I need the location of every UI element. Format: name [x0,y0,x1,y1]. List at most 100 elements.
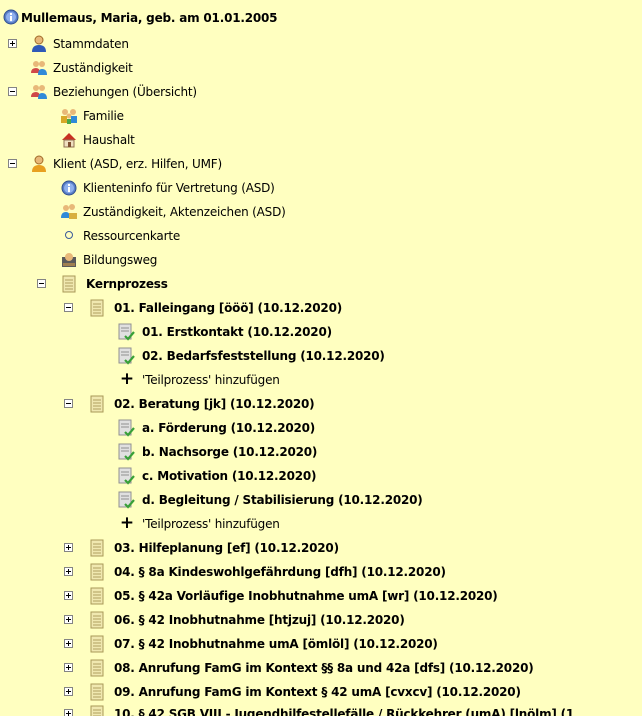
tree-item-label: 07. § 42 Inobhutnahme umA [ömlöl] (10.12… [114,637,438,651]
document-icon [90,539,104,557]
tree-item-label: 06. § 42 Inobhutnahme [htjzuj] (10.12.20… [114,613,405,627]
tree-item-label: 02. Beratung [jk] (10.12.2020) [114,397,315,411]
tree-item-begleitung[interactable]: d. Begleitung / Stabilisierung (10.12.20… [0,488,642,512]
tree-item-label: c. Motivation (10.12.2020) [142,469,317,483]
tree-item-nachsorge[interactable]: b. Nachsorge (10.12.2020) [0,440,642,464]
tree-item-klienteninfo[interactable]: Klienteninfo für Vertretung (ASD) [0,176,642,200]
tree-item-erstkontakt[interactable]: 01. Erstkontakt (10.12.2020) [0,320,642,344]
document-icon [90,705,104,716]
tree-item-familie[interactable]: Familie [0,104,642,128]
tree-item-falleingang[interactable]: 01. Falleingang [ööö] (10.12.2020) [0,296,642,320]
tree-item-label: d. Begleitung / Stabilisierung (10.12.20… [142,493,423,507]
tree-item-label: 08. Anrufung FamG im Kontext §§ 8a und 4… [114,661,534,675]
document-check-icon [118,323,135,341]
tree-item-beziehungen[interactable]: Beziehungen (Übersicht) [0,80,642,104]
tree-item-hilfeplanung[interactable]: 03. Hilfeplanung [ef] (10.12.2020) [0,536,642,560]
document-check-icon [118,443,135,461]
tree-item-haushalt[interactable]: Haushalt [0,128,642,152]
tree-item-bedarfsfeststellung[interactable]: 02. Bedarfsfeststellung (10.12.2020) [0,344,642,368]
expand-toggle[interactable] [64,709,73,716]
people-icon [31,61,47,75]
expand-toggle[interactable] [64,591,73,600]
document-check-icon [118,419,135,437]
tree-item-zustaendigkeit-aktenzeichen[interactable]: Zuständigkeit, Aktenzeichen (ASD) [0,200,642,224]
tree-item-label: 01. Falleingang [ööö] (10.12.2020) [114,301,343,315]
client-tree: Mullemaus, Maria, geb. am 01.01.2005 Sta… [0,0,642,716]
expand-toggle[interactable] [8,39,17,48]
tree-item-label: b. Nachsorge (10.12.2020) [142,445,318,459]
document-icon [90,683,104,701]
people-icon [31,85,47,99]
house-icon [62,133,76,148]
collapse-toggle[interactable] [8,87,17,96]
tree-item-inobhutnahme-uma[interactable]: 07. § 42 Inobhutnahme umA [ömlöl] (10.12… [0,632,642,656]
tree-item-sgb-viii[interactable]: 10. § 42 SGB VIII - Jugendhilfestellefäl… [0,702,642,716]
info-icon [61,180,77,196]
tree-item-label: 03. Hilfeplanung [ef] (10.12.2020) [114,541,339,555]
document-icon [90,587,104,605]
tree-item-beratung[interactable]: 02. Beratung [jk] (10.12.2020) [0,392,642,416]
tree-item-label: 'Teilprozess' hinzufügen [142,373,280,387]
document-icon [62,275,76,293]
person-icon [32,155,46,172]
family-icon [61,109,77,124]
tree-item-bildungsweg[interactable]: Bildungsweg [0,248,642,272]
tree-item-ressourcenkarte[interactable]: Ressourcenkarte [0,224,642,248]
add-teilprozess-link[interactable]: + 'Teilprozess' hinzufügen [0,512,642,536]
expand-toggle[interactable] [64,639,73,648]
expand-toggle[interactable] [64,615,73,624]
tree-item-foerderung[interactable]: a. Förderung (10.12.2020) [0,416,642,440]
collapse-toggle[interactable] [8,159,17,168]
tree-item-label: 01. Erstkontakt (10.12.2020) [142,325,332,339]
tree-item-label: Kernprozess [86,277,168,291]
tree-item-stammdaten[interactable]: Stammdaten [0,32,642,56]
people-folder-icon [61,204,77,219]
document-check-icon [118,347,135,365]
tree-item-label: 'Teilprozess' hinzufügen [142,517,280,531]
tree-item-label: 09. Anrufung FamG im Kontext § 42 umA [c… [114,685,521,699]
tree-item-label: 10. § 42 SGB VIII - Jugendhilfestellefäl… [114,707,575,716]
collapse-toggle[interactable] [37,279,46,288]
collapse-toggle[interactable] [64,399,73,408]
expand-toggle[interactable] [64,543,73,552]
tree-item-label: Beziehungen (Übersicht) [53,85,197,99]
document-check-icon [118,467,135,485]
tree-item-vorlaeufige-inobhutnahme[interactable]: 05. § 42a Vorläufige Inobhutnahme umA [w… [0,584,642,608]
tree-item-label: 04. § 8a Kindeswohlgefährdung [dfh] (10.… [114,565,446,579]
expand-toggle[interactable] [64,663,73,672]
tree-item-label: Haushalt [83,133,135,147]
tree-item-label: 02. Bedarfsfeststellung (10.12.2020) [142,349,385,363]
tree-item-famg-42[interactable]: 09. Anrufung FamG im Kontext § 42 umA [c… [0,680,642,704]
tree-item-label: Zuständigkeit, Aktenzeichen (ASD) [83,205,286,219]
plus-icon: + [119,369,135,389]
tree-item-label: Klienteninfo für Vertretung (ASD) [83,181,275,195]
tree-root[interactable]: Mullemaus, Maria, geb. am 01.01.2005 [0,6,642,30]
document-icon [90,611,104,629]
tree-item-label: Zuständigkeit [53,61,133,75]
tree-item-kernprozess[interactable]: Kernprozess [0,272,642,296]
document-icon [90,635,104,653]
add-teilprozess-link[interactable]: + 'Teilprozess' hinzufügen [0,368,642,392]
tree-item-label: Klient (ASD, erz. Hilfen, UMF) [53,157,222,171]
tree-item-klient[interactable]: Klient (ASD, erz. Hilfen, UMF) [0,152,642,176]
tree-item-inobhutnahme[interactable]: 06. § 42 Inobhutnahme [htjzuj] (10.12.20… [0,608,642,632]
plus-icon: + [119,513,135,533]
tree-item-label: Ressourcenkarte [83,229,181,243]
document-icon [90,563,104,581]
document-icon [90,395,104,413]
education-icon [62,253,76,267]
expand-toggle[interactable] [64,687,73,696]
expand-toggle[interactable] [64,567,73,576]
collapse-toggle[interactable] [64,303,73,312]
info-icon [3,9,19,25]
tree-item-label: Familie [83,109,124,123]
person-icon [32,35,46,52]
tree-item-zustaendigkeit[interactable]: Zuständigkeit [0,56,642,80]
document-check-icon [118,491,135,509]
circle-icon [65,231,73,239]
tree-item-kindeswohl[interactable]: 04. § 8a Kindeswohlgefährdung [dfh] (10.… [0,560,642,584]
tree-item-motivation[interactable]: c. Motivation (10.12.2020) [0,464,642,488]
tree-item-famg-8a[interactable]: 08. Anrufung FamG im Kontext §§ 8a und 4… [0,656,642,680]
client-name-title: Mullemaus, Maria, geb. am 01.01.2005 [21,11,278,25]
document-icon [90,299,104,317]
